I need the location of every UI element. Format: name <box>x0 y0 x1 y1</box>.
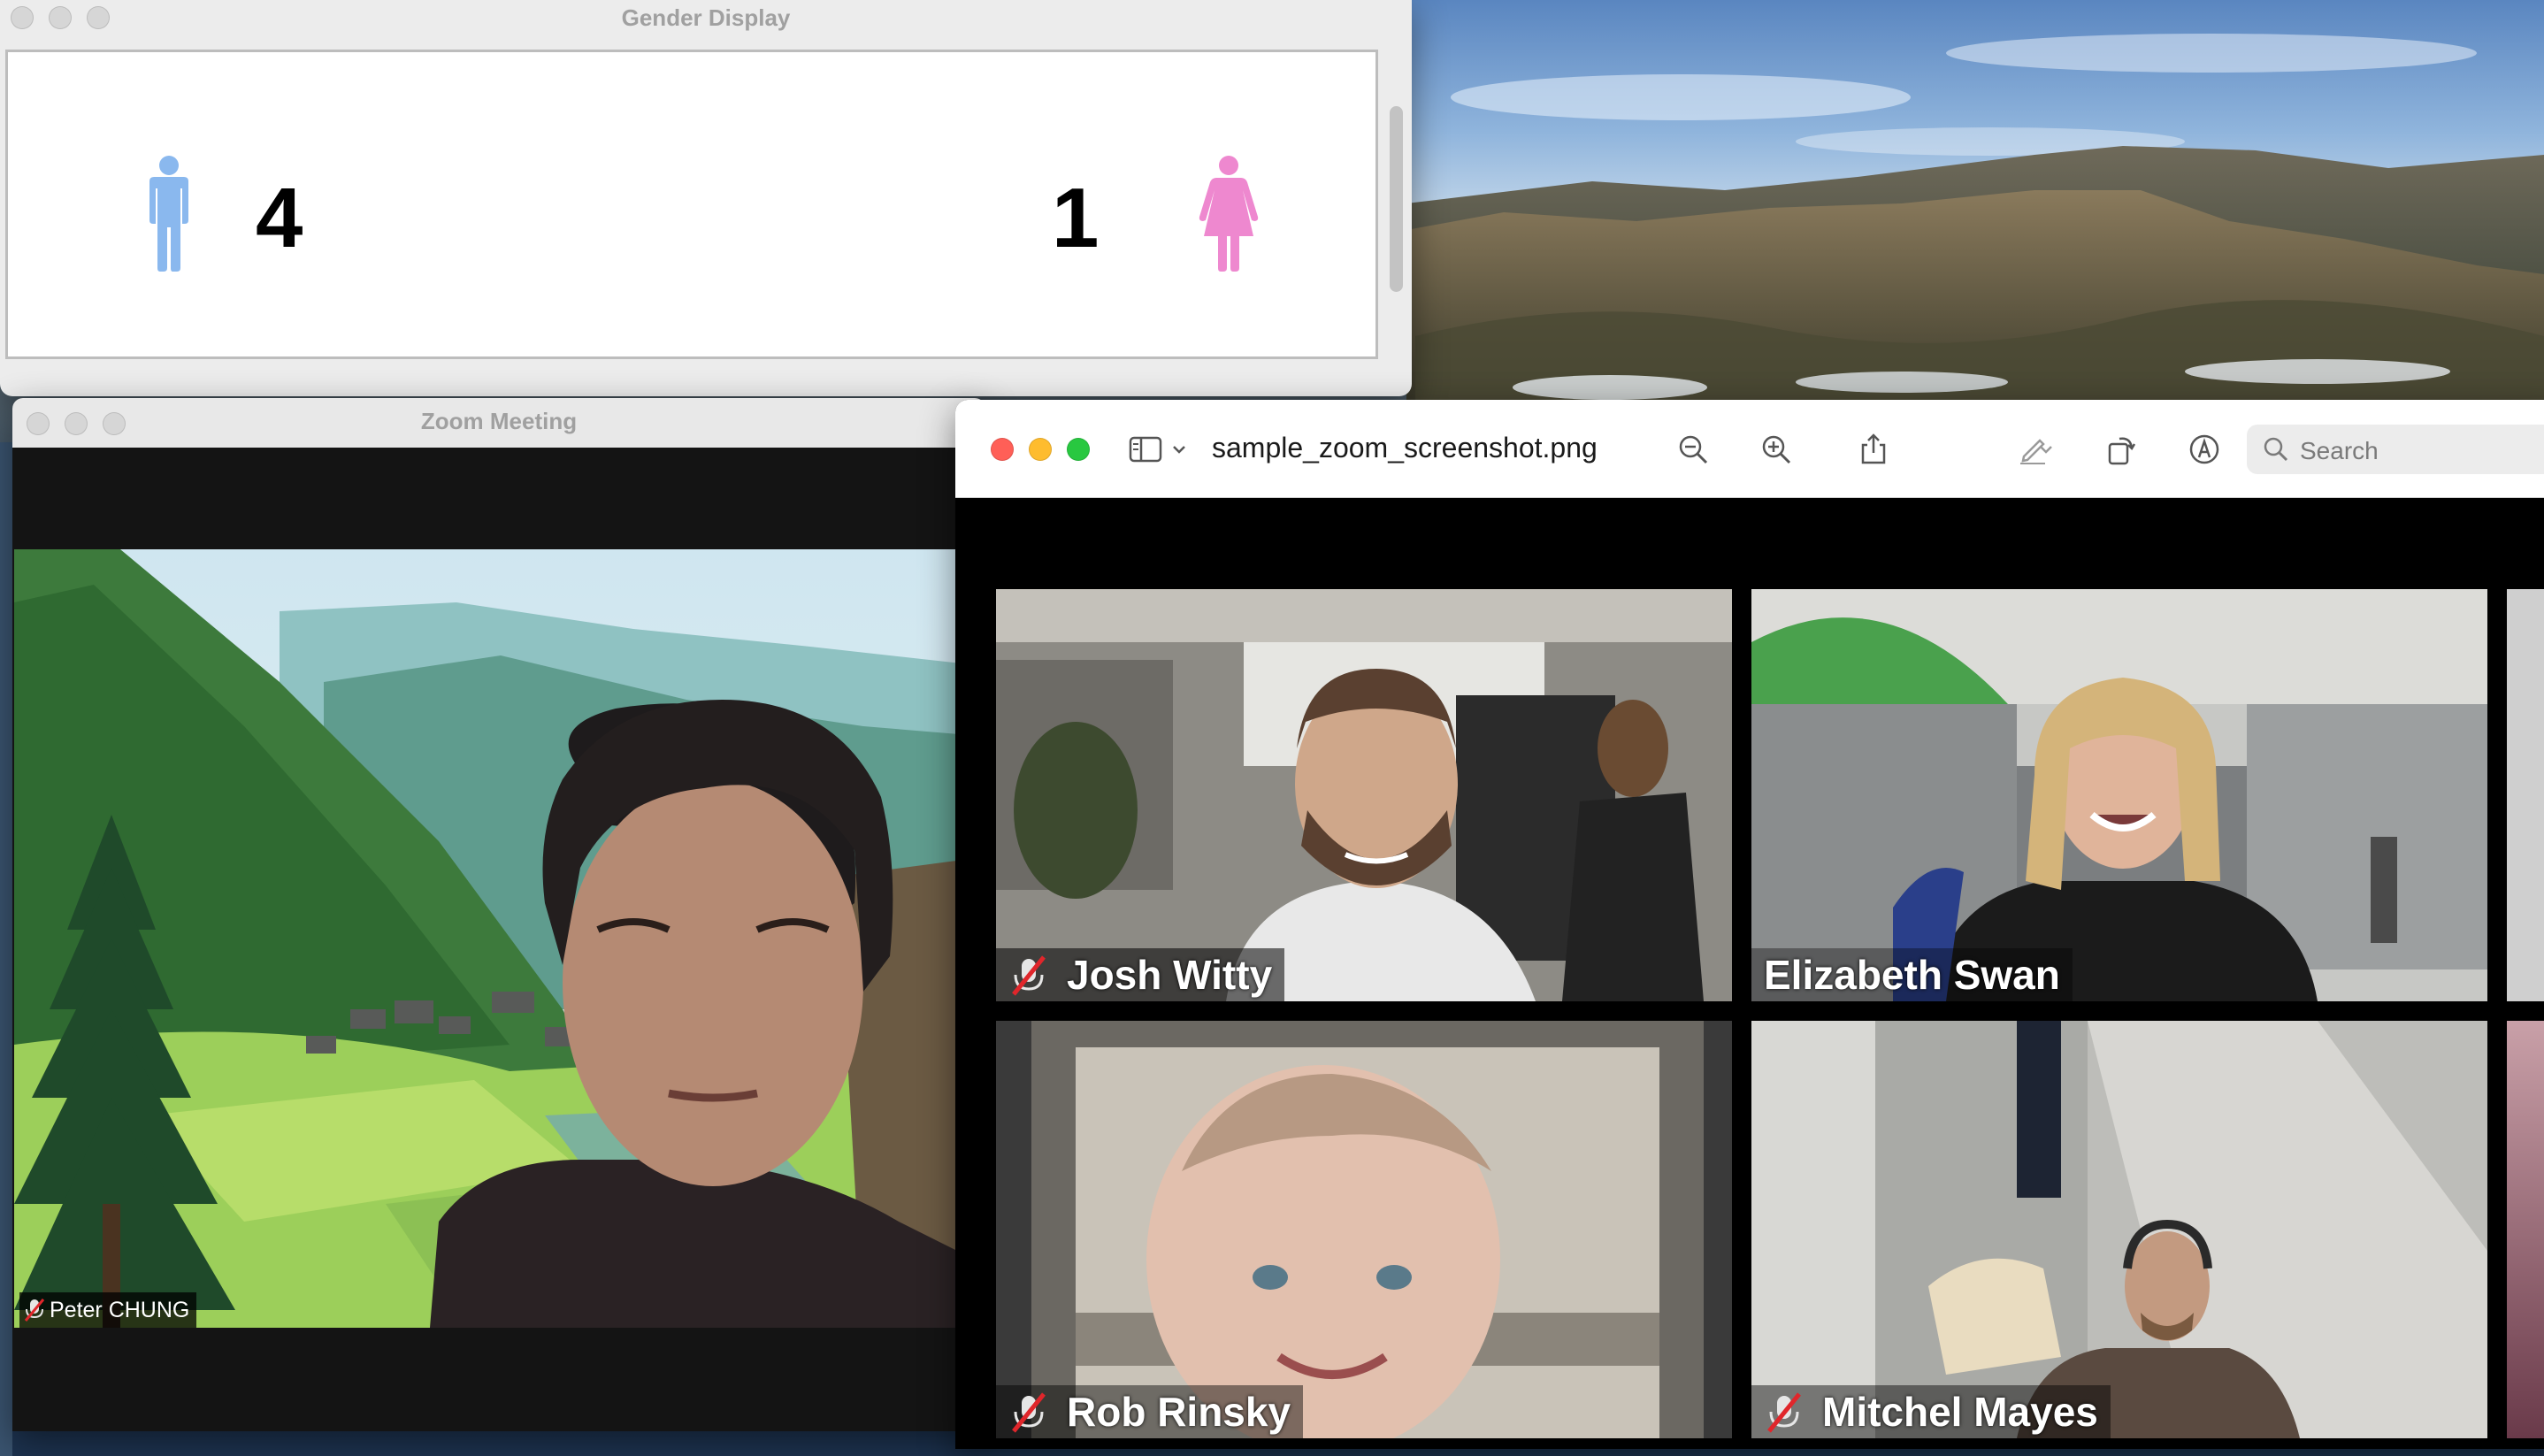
participant-tile[interactable]: Mitchel Mayes <box>1751 1021 2487 1438</box>
participant-video <box>1751 589 2487 1001</box>
preview-window: sample_zoom_screenshot.png Search Josh W… <box>955 400 2544 1449</box>
zoom-meeting-window: Zoom Meeting Peter CHUNG <box>12 398 985 1431</box>
participant-name-tag: Elizabeth Swan <box>1751 948 2073 1001</box>
muted-microphone-icon <box>24 1299 45 1322</box>
vertical-scrollbar[interactable] <box>1390 106 1403 292</box>
participant-name-tag: Rob Rinsky <box>996 1385 1304 1438</box>
window-title: Gender Display <box>621 4 791 31</box>
female-person-icon <box>1199 156 1259 272</box>
maximize-button[interactable] <box>1067 438 1090 461</box>
female-count: 1 <box>1052 171 1100 265</box>
zoom-out-icon[interactable] <box>1677 433 1709 465</box>
search-icon <box>2264 437 2288 462</box>
search-placeholder: Search <box>2300 437 2379 464</box>
window-controls <box>991 438 1090 461</box>
participant-video <box>996 1021 1732 1438</box>
self-name-tag: Peter CHUNG <box>19 1292 197 1328</box>
sidebar-icon[interactable] <box>1129 433 1164 465</box>
participant-name-tag: Josh Witty <box>996 948 1285 1001</box>
share-icon[interactable] <box>1858 433 1889 465</box>
search-field[interactable]: Search <box>2247 425 2544 474</box>
close-button[interactable] <box>991 438 1014 461</box>
self-video-tile[interactable]: Peter CHUNG <box>14 549 969 1328</box>
markup-options-chevron-icon[interactable] <box>2038 433 2054 465</box>
rotate-icon[interactable] <box>2105 433 2137 465</box>
chevron-down-icon[interactable] <box>1171 433 1187 465</box>
muted-microphone-icon <box>1767 1392 1801 1433</box>
participant-name: Elizabeth Swan <box>1764 952 2060 998</box>
participant-name: Mitchel Mayes <box>1822 1389 2098 1435</box>
participant-tile-partial[interactable] <box>2507 589 2544 1001</box>
document-title: sample_zoom_screenshot.png <box>1212 432 1598 464</box>
participant-video <box>1751 1021 2487 1438</box>
gender-panel: 4 1 <box>5 50 1378 359</box>
muted-microphone-icon <box>1012 955 1046 996</box>
minimize-button[interactable] <box>1029 438 1052 461</box>
participant-name: Josh Witty <box>1067 952 1273 998</box>
preview-toolbar: sample_zoom_screenshot.png Search <box>955 400 2544 498</box>
participant-tile[interactable]: Rob Rinsky <box>996 1021 1732 1438</box>
male-count: 4 <box>256 171 303 265</box>
window-title: Zoom Meeting <box>420 408 578 434</box>
self-name: Peter CHUNG <box>50 1298 190 1322</box>
zoom-in-icon[interactable] <box>1760 433 1792 465</box>
male-person-icon <box>149 156 188 272</box>
participant-video <box>996 589 1732 1001</box>
participant-name-tag: Mitchel Mayes <box>1751 1385 2111 1438</box>
participant-tile[interactable]: Elizabeth Swan <box>1751 589 2487 1001</box>
participant-tile-partial[interactable] <box>2507 1021 2544 1438</box>
annotate-icon[interactable] <box>2188 433 2220 465</box>
gender-display-window: Gender Display 4 1 <box>0 0 1412 396</box>
participant-person <box>430 700 969 1328</box>
participant-name: Rob Rinsky <box>1067 1389 1291 1435</box>
participant-tile[interactable]: Josh Witty <box>996 589 1732 1001</box>
muted-microphone-icon <box>1012 1392 1046 1433</box>
